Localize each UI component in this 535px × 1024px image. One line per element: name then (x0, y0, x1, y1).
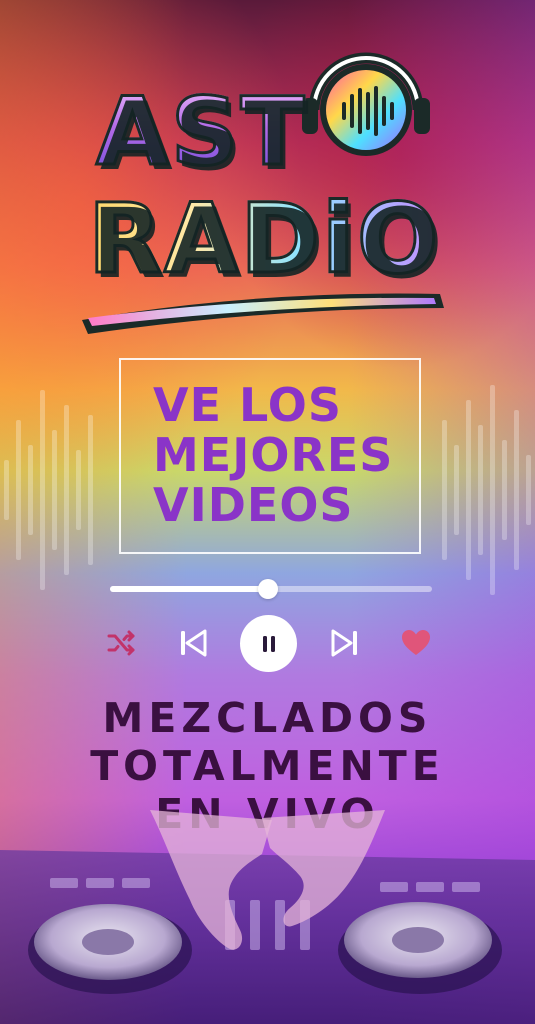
equalizer-bar (514, 410, 519, 570)
equalizer-bar (64, 405, 69, 575)
tagline-line-2: TOTALMENTE (90, 742, 445, 790)
equalizer-bar (502, 440, 507, 540)
progress-handle[interactable] (257, 579, 278, 599)
like-button[interactable] (400, 628, 432, 658)
next-button[interactable] (328, 626, 362, 660)
equalizer-right (435, 370, 535, 610)
logo-word-radio: RADiO (86, 182, 441, 297)
shuffle-icon (107, 630, 135, 656)
skip-next-icon (331, 629, 357, 657)
headphones-icon (302, 52, 430, 156)
heart-icon (402, 630, 430, 655)
equalizer-bar (88, 415, 93, 565)
equalizer-bar (490, 385, 495, 595)
tagline-line-1: MEZCLADOS (102, 694, 433, 742)
logo-word-ast: AST (95, 77, 307, 189)
equalizer-bar (526, 455, 531, 525)
equalizer-bar (442, 420, 447, 560)
equalizer-bar (454, 445, 459, 535)
progress-bar[interactable] (110, 579, 432, 599)
astoradio-logo[interactable]: AST RADiO (78, 38, 448, 338)
equalizer-bar (52, 430, 57, 550)
equalizer-bar (4, 460, 9, 520)
pause-button[interactable] (240, 615, 297, 672)
promo-frame: VE LOS MEJORES VIDEOS (119, 358, 421, 554)
equalizer-bar (478, 425, 483, 555)
dj-controller-image (0, 810, 535, 1024)
previous-button[interactable] (176, 626, 210, 660)
equalizer-bar (40, 390, 45, 590)
promo-line-1: VE LOS (153, 378, 342, 432)
ad-banner: AST RADiO VE LOS MEJORES VIDEOS MEZCLADO… (0, 0, 535, 1024)
logo-swoosh (82, 293, 444, 334)
promo-line-3: VIDEOS (153, 478, 354, 532)
equalizer-bar (28, 445, 33, 535)
equalizer-left (0, 370, 100, 610)
equalizer-bar (16, 420, 21, 560)
skip-previous-icon (181, 629, 207, 657)
pause-icon (262, 635, 275, 652)
shuffle-button[interactable] (106, 628, 136, 658)
equalizer-bar (466, 400, 471, 580)
player-controls (0, 612, 535, 674)
promo-line-2: MEJORES (153, 428, 394, 482)
equalizer-bar (76, 450, 81, 530)
progress-fill (110, 586, 268, 592)
